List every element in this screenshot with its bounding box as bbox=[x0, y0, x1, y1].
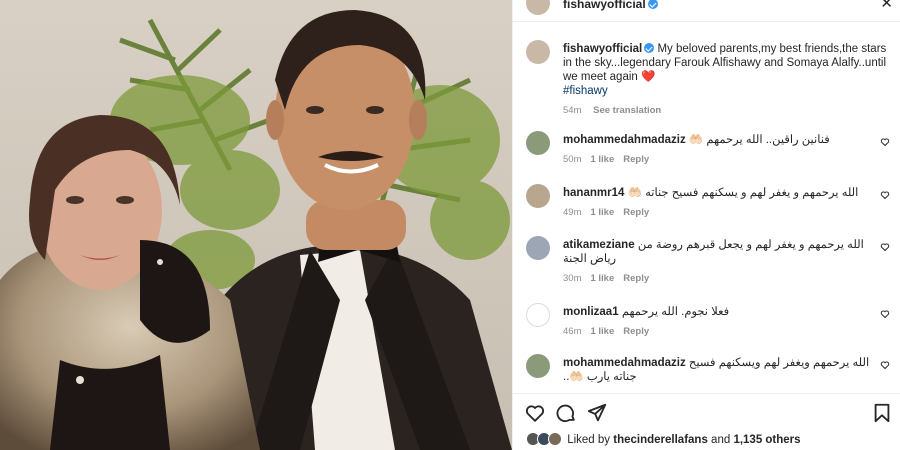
commenter-username[interactable]: mohammedahmadaziz bbox=[563, 357, 686, 369]
see-translation-link[interactable]: See translation bbox=[593, 105, 661, 116]
comment-likes[interactable]: 1 like bbox=[590, 154, 614, 165]
comment-like-heart-icon[interactable] bbox=[880, 309, 890, 319]
caption-emoji: ❤️ bbox=[641, 71, 656, 83]
commenter-username[interactable]: monlizaa1 bbox=[563, 306, 619, 318]
caption-time[interactable]: 54m bbox=[563, 105, 581, 116]
reply-button[interactable]: Reply bbox=[623, 207, 649, 218]
comment-time[interactable]: 50m bbox=[563, 154, 581, 165]
comment-text: الله يرحمهم و يغفر لهم و يسكنهم فسيح جنا… bbox=[627, 187, 859, 199]
post-actions-bar bbox=[513, 393, 900, 429]
comment-time[interactable]: 46m bbox=[563, 326, 581, 337]
reply-button[interactable]: Reply bbox=[623, 154, 649, 165]
commenter-avatar[interactable] bbox=[526, 236, 550, 260]
commenter-username[interactable]: mohammedahmadaziz bbox=[563, 134, 686, 146]
comment-time[interactable]: 49m bbox=[563, 207, 581, 218]
post-side-panel: fishawyofficial ✕ fishawyofficial My bel… bbox=[512, 0, 900, 450]
comment-likes[interactable]: 1 like bbox=[590, 273, 614, 284]
likes-and: and bbox=[711, 434, 731, 446]
liker-avatars bbox=[526, 432, 564, 446]
comment-likes[interactable]: 1 like bbox=[590, 207, 614, 218]
comment-likes[interactable]: 1 like bbox=[590, 326, 614, 337]
commenter-avatar[interactable] bbox=[526, 131, 550, 155]
likes-count[interactable]: 1,135 others bbox=[733, 434, 800, 446]
commenter-avatar[interactable] bbox=[526, 354, 550, 378]
share-icon[interactable] bbox=[586, 402, 608, 424]
verified-badge-icon bbox=[644, 43, 655, 53]
author-avatar[interactable] bbox=[526, 0, 550, 15]
caption-username[interactable]: fishawyofficial bbox=[563, 43, 642, 55]
comment-time[interactable]: 30m bbox=[563, 273, 581, 284]
comment-meta: 50m 1 like Reply bbox=[563, 153, 881, 167]
likes-summary[interactable]: Liked by thecinderellafans and 1,135 oth… bbox=[526, 432, 801, 446]
caption-hashtag[interactable]: #fishawy bbox=[563, 85, 608, 97]
post-photo[interactable] bbox=[0, 0, 512, 450]
comment-like-heart-icon[interactable] bbox=[880, 190, 890, 200]
close-icon[interactable]: ✕ bbox=[880, 0, 893, 12]
reply-button[interactable]: Reply bbox=[623, 326, 649, 337]
comment-like-heart-icon[interactable] bbox=[880, 360, 890, 370]
commenter-avatar[interactable] bbox=[526, 184, 550, 208]
comment-icon[interactable] bbox=[555, 402, 577, 424]
post-header: fishawyofficial ✕ bbox=[513, 0, 900, 22]
commenter-avatar[interactable] bbox=[526, 303, 550, 327]
verified-badge-icon bbox=[647, 0, 658, 9]
bookmark-icon[interactable] bbox=[871, 402, 893, 424]
caption-avatar[interactable] bbox=[526, 40, 550, 64]
reply-button[interactable]: Reply bbox=[623, 273, 649, 284]
heart-icon[interactable] bbox=[524, 402, 546, 424]
commenter-username[interactable]: hananmr14 bbox=[563, 187, 624, 199]
author-username[interactable]: fishawyofficial bbox=[563, 0, 658, 11]
comment-meta: 46m 1 like Reply bbox=[563, 325, 881, 339]
commenter-username[interactable]: atikameziane bbox=[563, 239, 635, 251]
likes-user[interactable]: thecinderellafans bbox=[613, 434, 708, 446]
likes-prefix: Liked by bbox=[567, 434, 611, 446]
comment-meta: 30m 1 like Reply bbox=[563, 272, 881, 286]
comment-text: فعلا نجوم. الله يرحمهم bbox=[621, 306, 730, 318]
comment-like-heart-icon[interactable] bbox=[880, 137, 890, 147]
author-username-text[interactable]: fishawyofficial bbox=[563, 0, 646, 11]
comment-text: فنانين راقين.. الله يرحمهم 🤲🏻 bbox=[688, 134, 830, 146]
comment-like-heart-icon[interactable] bbox=[880, 242, 890, 252]
comment-meta: 49m 1 like Reply bbox=[563, 206, 881, 220]
post-photo-illustration bbox=[0, 0, 512, 450]
caption-meta: 54m See translation bbox=[563, 104, 893, 118]
